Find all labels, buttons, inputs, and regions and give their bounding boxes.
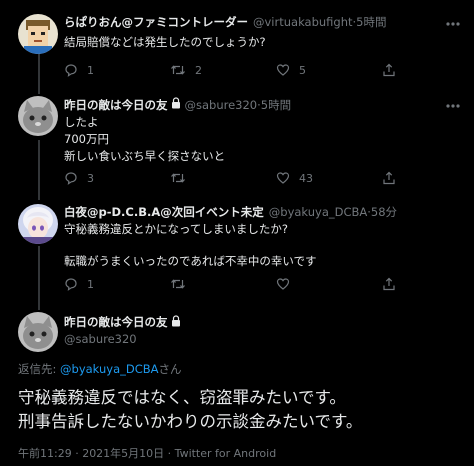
tweet-header: らぱりおん@ファミコントレーダー @virtuakabufight · 5時間 bbox=[64, 14, 387, 30]
anime-girl-avatar[interactable] bbox=[18, 204, 58, 244]
tweet-metadata: 午前11:29 · 2021年5月10日 · Twitter for Andro… bbox=[18, 447, 277, 460]
tweet-text: 結局賠償などは発生したのでしょうか? bbox=[64, 35, 266, 49]
reply-button[interactable]: 1 bbox=[64, 276, 94, 292]
tweet-text: したよ 700万円 新しい食いぶち早く探さないと bbox=[64, 115, 226, 163]
share-button[interactable] bbox=[382, 62, 396, 78]
cartoon-face-avatar[interactable] bbox=[18, 14, 58, 54]
display-name[interactable]: 白夜@p-D.C.B.A@次回イベント未定 bbox=[64, 204, 264, 220]
tweet-text: 守秘義務違反とかになってしまいましたか? 転職がうまくいったのであれば不幸中の幸… bbox=[64, 222, 317, 268]
retweet-button[interactable] bbox=[170, 170, 195, 186]
focal-tweet-text: 守秘義務違反ではなく、窃盗罪みたいです。 刑事告訴したないかわりの示談金みたいで… bbox=[18, 388, 363, 431]
tweet[interactable]: 白夜@p-D.C.B.A@次回イベント未定 @byakuya_DCBA · 58… bbox=[0, 196, 474, 302]
share-button[interactable] bbox=[382, 170, 396, 186]
heart-icon bbox=[276, 278, 290, 290]
reply-icon bbox=[65, 172, 77, 185]
heart-icon bbox=[276, 172, 290, 184]
reply-to-line: 返信先: @byakuya_DCBAさん bbox=[18, 361, 182, 377]
display-name[interactable]: らぱりおん@ファミコントレーダー bbox=[64, 14, 248, 30]
reply-to-suffix: さん bbox=[158, 362, 182, 376]
display-name[interactable]: 昨日の敵は今日の友 bbox=[64, 314, 168, 330]
heart-icon bbox=[276, 64, 290, 76]
user-handle[interactable]: @byakuya_DCBA bbox=[269, 204, 368, 220]
like-button[interactable]: 43 bbox=[276, 170, 313, 186]
retweet-icon bbox=[171, 65, 185, 75]
reply-count: 1 bbox=[87, 63, 94, 77]
retweet-icon bbox=[171, 173, 185, 183]
action-bar: 3 43 bbox=[64, 170, 404, 186]
reply-button[interactable]: 3 bbox=[64, 170, 94, 186]
action-bar: 1 bbox=[64, 276, 404, 292]
reply-count: 3 bbox=[87, 171, 94, 185]
share-icon bbox=[383, 171, 395, 185]
tweet-header: 昨日の敵は今日の友 @sabure320 · 5時間 bbox=[64, 97, 291, 113]
reply-to-prefix: 返信先: bbox=[18, 362, 61, 376]
like-button[interactable] bbox=[276, 276, 299, 292]
retweet-button[interactable]: 2 bbox=[170, 62, 202, 78]
retweet-count: 2 bbox=[195, 63, 202, 77]
like-button[interactable]: 5 bbox=[276, 62, 306, 78]
focal-name-row: 昨日の敵は今日の友 bbox=[64, 314, 185, 330]
more-options-icon[interactable] bbox=[444, 16, 462, 30]
user-handle[interactable]: @sabure320 bbox=[185, 97, 258, 113]
timestamp[interactable]: 5時間 bbox=[356, 14, 386, 30]
reply-icon bbox=[65, 278, 77, 291]
reply-button[interactable]: 1 bbox=[64, 62, 94, 78]
tweet-header: 白夜@p-D.C.B.A@次回イベント未定 @byakuya_DCBA · 58… bbox=[64, 204, 397, 220]
user-handle[interactable]: @virtuakabufight bbox=[253, 14, 353, 30]
reply-icon bbox=[65, 64, 77, 77]
lock-icon bbox=[171, 97, 181, 113]
more-options-icon[interactable] bbox=[444, 98, 462, 112]
like-count: 5 bbox=[299, 63, 306, 77]
retweet-button[interactable] bbox=[170, 276, 195, 292]
share-icon bbox=[383, 277, 395, 291]
tweet[interactable]: 昨日の敵は今日の友 @sabure320 · 5時間 したよ 700万円 新しい… bbox=[0, 90, 474, 196]
display-name[interactable]: 昨日の敵は今日の友 bbox=[64, 97, 168, 113]
retweet-icon bbox=[171, 279, 185, 289]
gray-cat-avatar[interactable] bbox=[18, 312, 58, 352]
share-icon bbox=[383, 63, 395, 77]
mention-link[interactable]: @byakuya_DCBA bbox=[60, 362, 159, 376]
user-handle[interactable]: @sabure320 bbox=[64, 332, 137, 346]
action-bar: 1 2 5 bbox=[64, 62, 404, 78]
reply-count: 1 bbox=[87, 277, 94, 291]
focal-tweet: 昨日の敵は今日の友 @sabure320 bbox=[0, 302, 474, 466]
timestamp[interactable]: 5時間 bbox=[261, 97, 291, 113]
gray-cat-avatar[interactable] bbox=[18, 96, 58, 136]
lock-icon bbox=[171, 314, 181, 330]
share-button[interactable] bbox=[382, 276, 396, 292]
timestamp[interactable]: 58分 bbox=[371, 204, 397, 220]
like-count: 43 bbox=[299, 171, 313, 185]
tweet[interactable]: らぱりおん@ファミコントレーダー @virtuakabufight · 5時間 … bbox=[0, 0, 474, 90]
